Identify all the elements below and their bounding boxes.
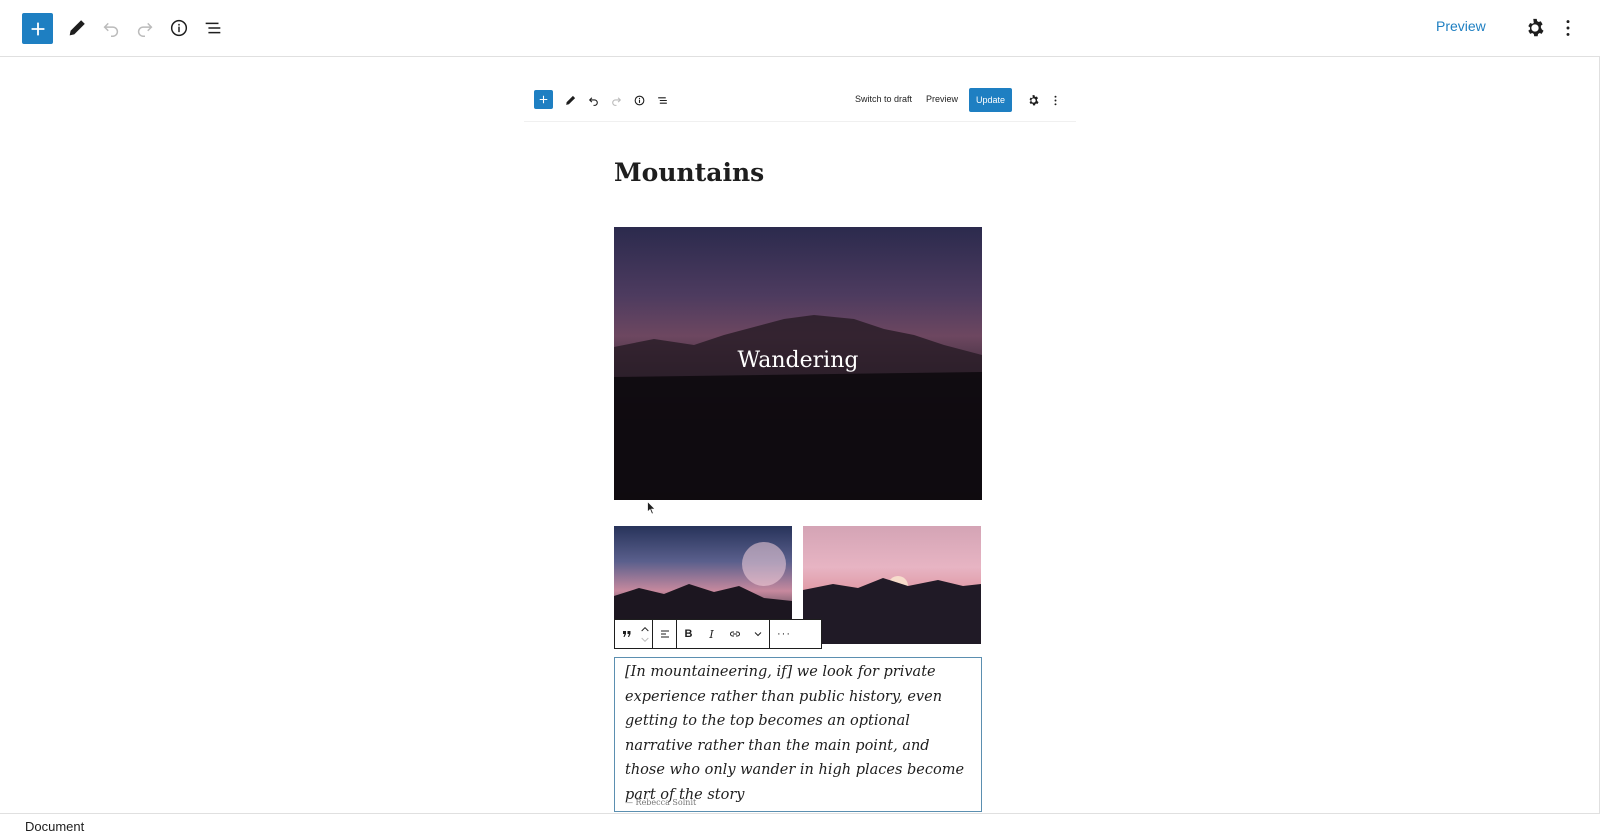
more-rich-text-controls-button[interactable] — [746, 620, 769, 648]
pencil-icon — [565, 95, 575, 105]
formatting-group: B I — [677, 620, 770, 648]
plus-icon — [31, 22, 44, 35]
pencil-icon — [69, 20, 85, 36]
italic-button[interactable]: I — [700, 620, 723, 648]
embedded-editor-header: Switch to draft Preview Update — [524, 88, 1076, 122]
embedded-redo-button[interactable] — [606, 90, 626, 110]
cover-heading[interactable]: Wandering — [614, 348, 982, 373]
preview-button[interactable]: Preview — [1436, 18, 1486, 34]
list-view-icon — [205, 22, 221, 34]
chevron-down-icon — [754, 632, 761, 637]
info-icon — [170, 19, 188, 37]
settings-button[interactable] — [1519, 12, 1551, 44]
editor-footer: Document — [0, 813, 1600, 836]
quote-text[interactable]: [In mountaineering, if] we look for priv… — [625, 660, 971, 807]
undo-icon — [103, 22, 119, 37]
block-movers — [638, 620, 652, 648]
redo-button[interactable] — [129, 12, 161, 44]
bold-button[interactable]: B — [677, 620, 700, 648]
undo-icon — [588, 96, 598, 106]
gear-icon — [1029, 94, 1039, 105]
embedded-list-view-button[interactable] — [652, 90, 672, 110]
list-view-icon — [657, 96, 667, 104]
embedded-details-button[interactable] — [629, 90, 649, 110]
update-button[interactable]: Update — [969, 88, 1012, 112]
block-options-button[interactable]: ··· — [770, 620, 798, 648]
kebab-menu-icon — [1054, 95, 1056, 105]
move-down-button[interactable] — [639, 635, 651, 645]
redo-icon — [611, 96, 621, 106]
embedded-undo-button[interactable] — [583, 90, 603, 110]
cover-block[interactable]: Wandering — [614, 227, 982, 500]
gear-icon — [1528, 18, 1544, 37]
options-group: ··· — [770, 620, 798, 648]
chevron-down-icon — [641, 637, 649, 642]
move-up-button[interactable] — [639, 624, 651, 634]
editor-header: Preview — [0, 0, 1600, 57]
details-button[interactable] — [163, 12, 195, 44]
sunset-mountain-image — [803, 576, 981, 644]
align-button[interactable] — [653, 620, 676, 648]
link-icon — [729, 631, 740, 637]
mouse-cursor-icon — [647, 501, 656, 515]
undo-button[interactable] — [95, 12, 127, 44]
kebab-menu-icon — [1566, 20, 1570, 36]
align-left-icon — [660, 630, 669, 638]
tools-button[interactable] — [61, 12, 93, 44]
add-block-button[interactable] — [22, 13, 53, 44]
quote-icon — [622, 631, 630, 637]
redo-icon — [137, 22, 153, 37]
list-view-button[interactable] — [197, 12, 229, 44]
block-switcher-group — [615, 620, 653, 648]
info-icon — [634, 95, 644, 105]
quote-block[interactable]: [In mountaineering, if] we look for priv… — [614, 657, 982, 812]
post-title[interactable]: Mountains — [614, 158, 764, 187]
gallery-image[interactable] — [803, 526, 981, 644]
chevron-up-icon — [641, 626, 649, 631]
block-toolbar: B I ··· — [614, 619, 822, 649]
embedded-options-button[interactable] — [1045, 90, 1065, 110]
switch-to-draft-button[interactable]: Switch to draft — [855, 94, 912, 104]
embedded-settings-button[interactable] — [1023, 90, 1043, 110]
alignment-group — [653, 620, 677, 648]
quote-citation[interactable]: — Rebecca Solnit — [625, 798, 696, 807]
embedded-preview-button[interactable]: Preview — [926, 94, 958, 104]
link-button[interactable] — [723, 620, 746, 648]
breadcrumb-document[interactable]: Document — [25, 819, 84, 834]
plus-icon — [539, 95, 548, 104]
embedded-tools-button[interactable] — [560, 90, 580, 110]
embedded-add-block-button[interactable] — [534, 90, 553, 109]
options-button[interactable] — [1552, 12, 1584, 44]
block-type-button[interactable] — [615, 620, 638, 648]
